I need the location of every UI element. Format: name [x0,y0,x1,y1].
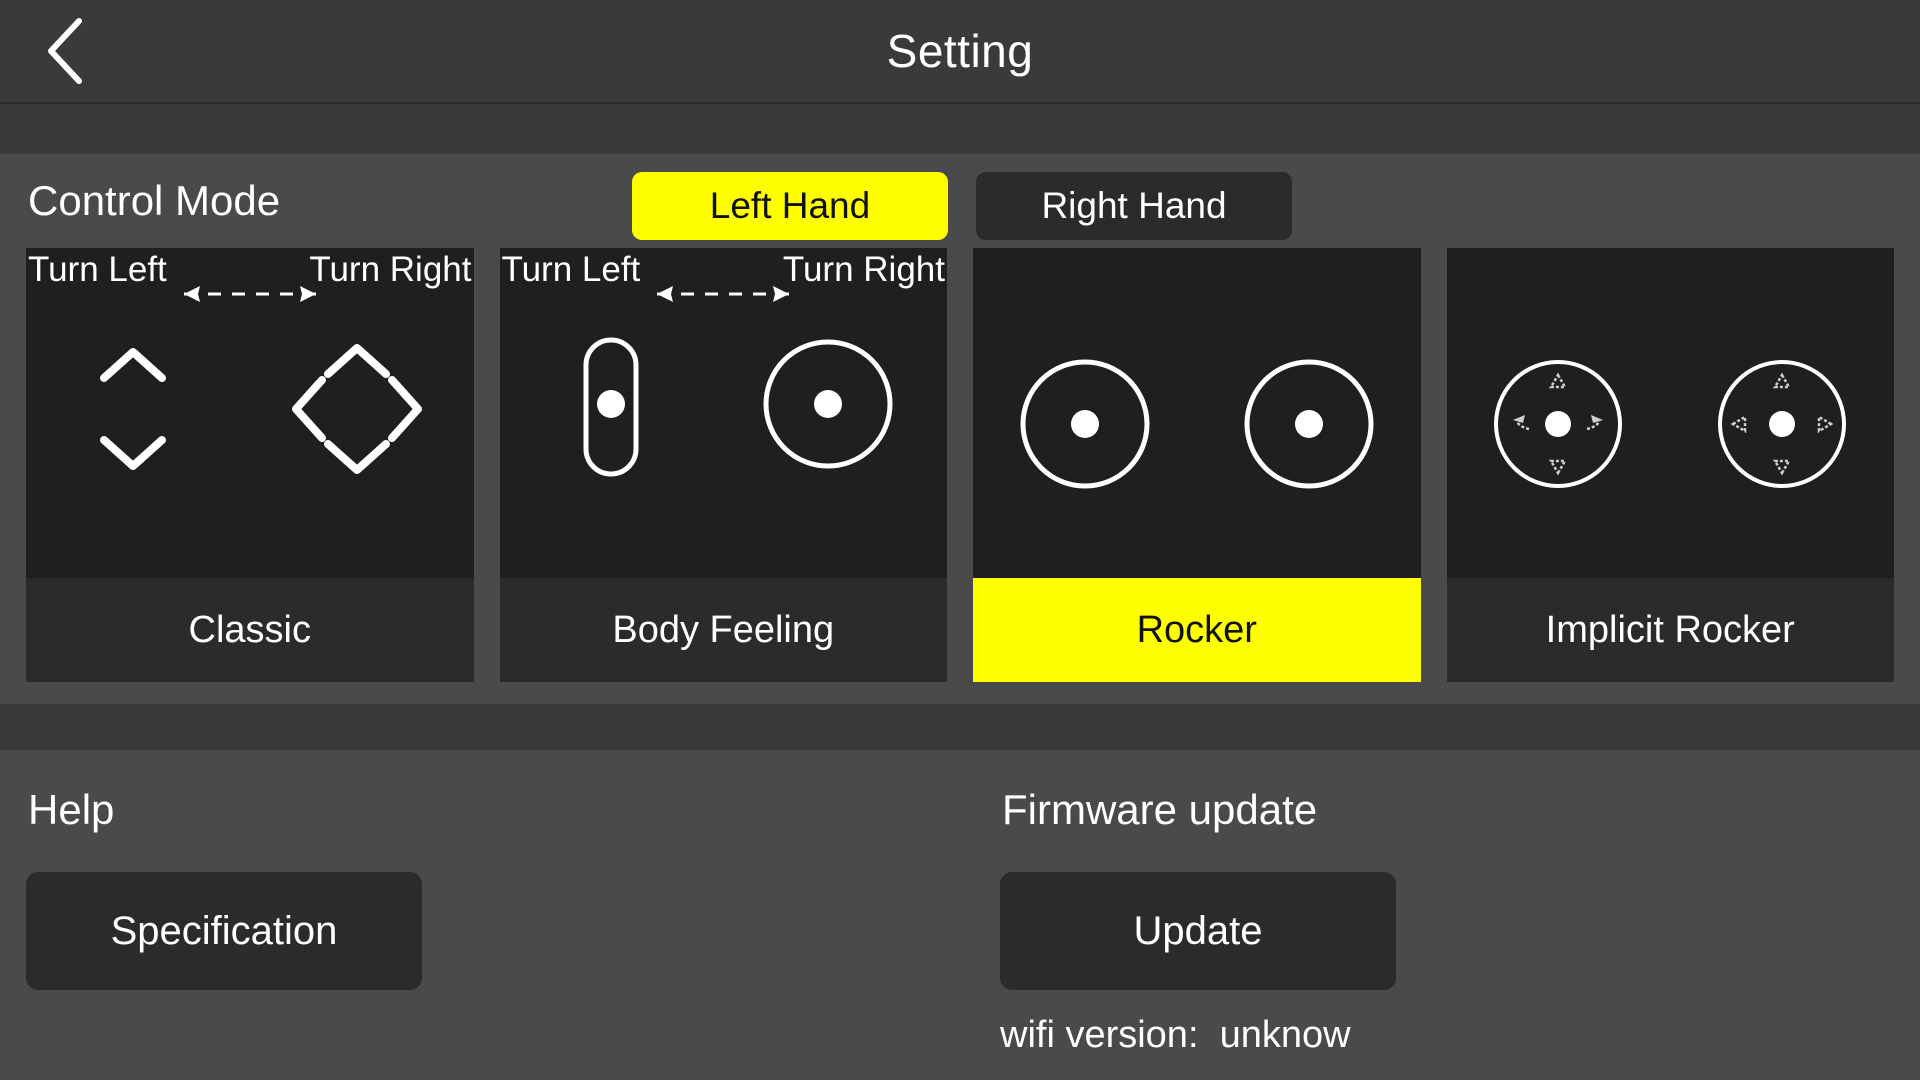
control-mode-header: Control Mode Left Hand Right Hand [0,154,1920,248]
classic-art: Turn Left Turn Right [26,248,474,578]
body-feeling-art: Turn Left Turn Right [499,248,948,578]
rocker-art [973,248,1421,578]
settings-screen: Setting Control Mode Left Hand Right Han… [0,0,1920,1080]
control-mode-card-rocker[interactable]: Rocker [973,248,1421,682]
turn-left-label: Turn Left [28,250,167,289]
header-spacer [0,104,1920,154]
rocker-circle-right-icon [1234,349,1384,504]
rocker-controls [973,304,1421,578]
control-mode-label-body-feeling[interactable]: Body Feeling [499,578,947,682]
body-feeling-controls [500,304,948,578]
turn-direction-row: Turn Left Turn Right [26,250,474,306]
implicit-rocker-art [1446,248,1895,578]
help-title: Help [28,786,115,833]
implicit-rocker-controls [1447,304,1895,578]
control-mode-label-implicit-rocker[interactable]: Implicit Rocker [1446,578,1894,682]
firmware-update-panel: Firmware update Update wifi version: unk… [974,750,1920,1070]
control-mode-card-classic[interactable]: Turn Left Turn Right Classic [26,248,474,682]
classic-controls [26,304,474,578]
page-title: Setting [886,25,1034,77]
four-way-chevrons-icon [282,332,432,487]
rocker-circle-icon [753,332,903,487]
implicit-rocker-left-icon [1483,349,1633,504]
firmware-update-title: Firmware update [1002,786,1318,833]
bottom-panels: Help Specification Firmware update Updat… [0,750,1920,1070]
specification-button[interactable]: Specification [26,872,422,990]
implicit-rocker-right-icon [1707,349,1857,504]
up-down-chevrons-icon [68,332,198,487]
control-mode-label-rocker[interactable]: Rocker [973,578,1421,682]
control-mode-card-list: Turn Left Turn Right Classic Turn Left T… [0,248,1920,682]
control-mode-panel: Control Mode Left Hand Right Hand Turn L… [0,154,1920,682]
control-mode-card-body-feeling[interactable]: Turn Left Turn Right Body Feeling [499,248,948,682]
vertical-slider-icon [544,332,664,487]
turn-direction-row: Turn Left Turn Right [500,250,948,306]
help-panel: Help Specification [0,750,952,1070]
hand-mode-toggle-group: Left Hand Right Hand [632,172,1292,240]
control-mode-card-implicit-rocker[interactable]: Implicit Rocker [1446,248,1895,682]
left-hand-button[interactable]: Left Hand [632,172,948,240]
control-mode-title: Control Mode [28,177,281,224]
wifi-version-text: wifi version: unknow [1000,1014,1351,1056]
rocker-circle-left-icon [1010,349,1160,504]
app-header: Setting [0,0,1920,104]
update-button[interactable]: Update [1000,872,1396,990]
control-mode-label-classic[interactable]: Classic [26,578,474,682]
right-hand-button[interactable]: Right Hand [976,172,1292,240]
turn-left-label: Turn Left [501,250,641,289]
section-divider [0,704,1920,750]
